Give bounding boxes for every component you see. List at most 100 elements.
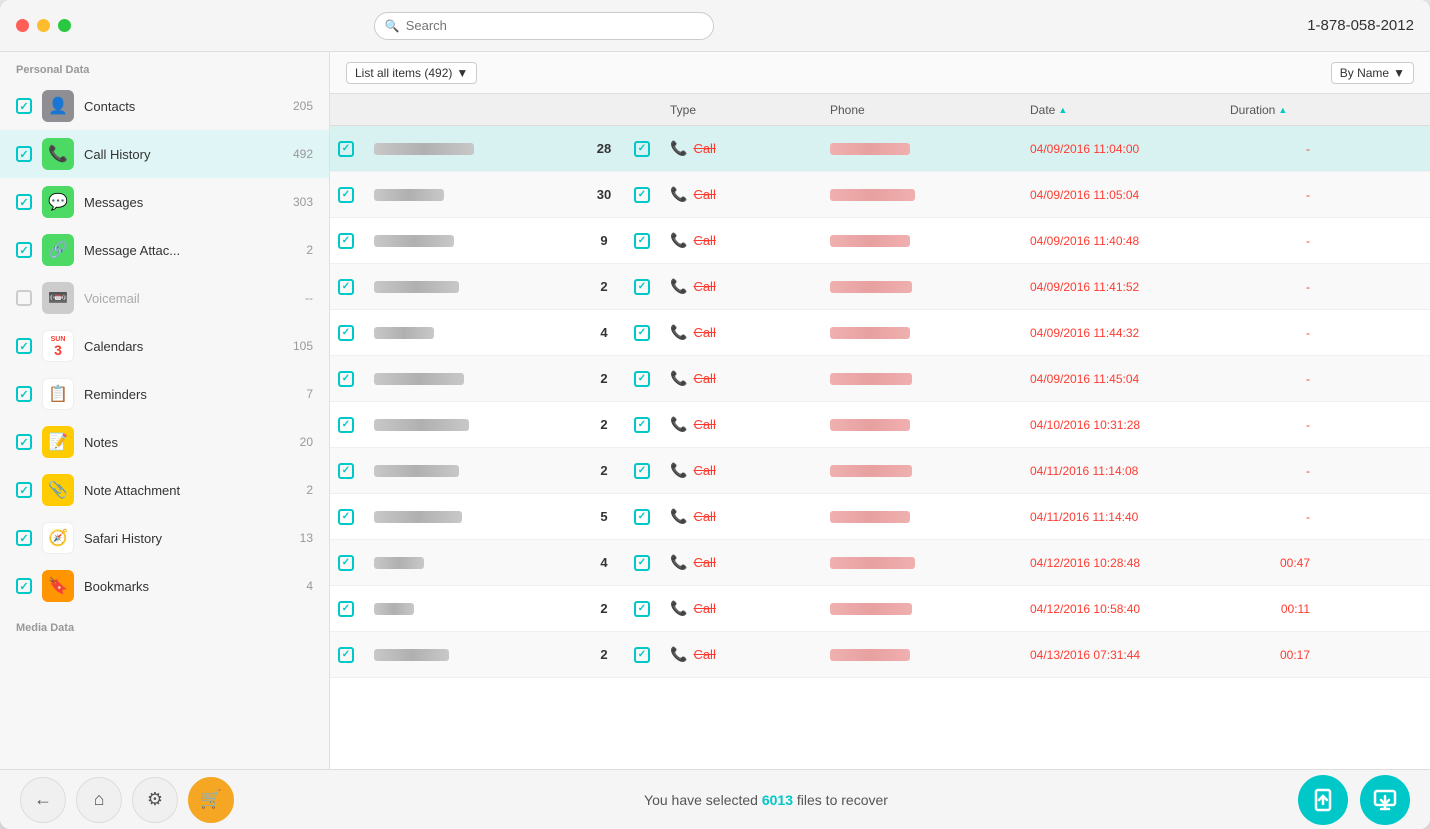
recover-to-pc-button[interactable] (1360, 775, 1410, 825)
maximize-button[interactable] (58, 19, 71, 32)
row-checkbox[interactable]: ✓ (338, 417, 354, 433)
table-row[interactable]: ✓ 2 ✓ 📞 Call 04/09/2016 11:45:04 - (330, 356, 1430, 402)
row-checkbox[interactable]: ✓ (338, 601, 354, 617)
notes-checkbox[interactable]: ✓ (16, 434, 32, 450)
row-type-checkbox[interactable]: ✓ (634, 233, 650, 249)
noteattach-count: 2 (306, 483, 313, 497)
back-button[interactable]: ← (20, 777, 66, 823)
messages-checkbox[interactable]: ✓ (16, 194, 32, 210)
row-type-checkbox[interactable]: ✓ (634, 279, 650, 295)
msgattach-checkbox[interactable]: ✓ (16, 242, 32, 258)
call-type-label: Call (693, 279, 715, 294)
row-type: 📞 Call (670, 554, 830, 571)
row-checkbox[interactable]: ✓ (338, 141, 354, 157)
row-date: 04/09/2016 11:41:52 (1030, 280, 1230, 294)
recover-to-device-button[interactable] (1298, 775, 1348, 825)
row-name (374, 557, 574, 569)
table-row[interactable]: ✓ 2 ✓ 📞 Call 04/13/2016 07:31:44 00:17 (330, 632, 1430, 678)
row-type: 📞 Call (670, 140, 830, 157)
sidebar-item-call-history[interactable]: ✓ 📞 Call History 492 (0, 130, 329, 178)
sidebar: Personal Data ✓ 👤 Contacts 205 ✓ 📞 Call … (0, 52, 330, 769)
contacts-count: 205 (293, 99, 313, 113)
table-row[interactable]: ✓ 4 ✓ 📞 Call 04/09/2016 11:44:32 - (330, 310, 1430, 356)
row-type-checkbox[interactable]: ✓ (634, 555, 650, 571)
row-phone (830, 281, 1030, 293)
table-row[interactable]: ✓ 2 ✓ 📞 Call 04/12/2016 10:58:40 00:11 (330, 586, 1430, 632)
table-row[interactable]: ✓ 2 ✓ 📞 Call 04/10/2016 10:31:28 - (330, 402, 1430, 448)
date-sort-icon: ▲ (1058, 105, 1067, 115)
sidebar-item-reminders[interactable]: ✓ 📋 Reminders 7 (0, 370, 329, 418)
voicemail-label: Voicemail (84, 291, 295, 306)
row-type-checkbox[interactable]: ✓ (634, 601, 650, 617)
sidebar-item-bookmarks[interactable]: ✓ 🔖 Bookmarks 4 (0, 562, 329, 610)
titlebar: 🔍 1-878-058-2012 (0, 0, 1430, 52)
home-button[interactable]: ⌂ (76, 777, 122, 823)
table-row[interactable]: ✓ 4 ✓ 📞 Call 04/12/2016 10:28:48 00:47 (330, 540, 1430, 586)
table-row[interactable]: ✓ 30 ✓ 📞 Call 04/09/2016 11:05:04 - (330, 172, 1430, 218)
safari-label: Safari History (84, 531, 290, 546)
row-checkbox[interactable]: ✓ (338, 279, 354, 295)
row-duration: - (1230, 418, 1310, 432)
by-name-arrow: ▼ (1393, 66, 1405, 80)
row-checkbox[interactable]: ✓ (338, 647, 354, 663)
row-checkbox[interactable]: ✓ (338, 509, 354, 525)
row-count: 2 (574, 417, 634, 432)
row-type-checkbox[interactable]: ✓ (634, 417, 650, 433)
list-filter-button[interactable]: List all items (492) ▼ (346, 62, 477, 84)
row-type-checkbox[interactable]: ✓ (634, 371, 650, 387)
row-checkbox[interactable]: ✓ (338, 187, 354, 203)
row-checkbox[interactable]: ✓ (338, 233, 354, 249)
calendars-checkbox[interactable]: ✓ (16, 338, 32, 354)
row-type-checkbox[interactable]: ✓ (634, 141, 650, 157)
safari-checkbox[interactable]: ✓ (16, 530, 32, 546)
file-count: 6013 (762, 792, 793, 808)
table-row[interactable]: ✓ 2 ✓ 📞 Call 04/11/2016 11:14:08 - (330, 448, 1430, 494)
sidebar-item-notes[interactable]: ✓ 📝 Notes 20 (0, 418, 329, 466)
settings-button[interactable]: ⚙ (132, 777, 178, 823)
row-duration: - (1230, 372, 1310, 386)
row-checkbox[interactable]: ✓ (338, 555, 354, 571)
row-checkbox[interactable]: ✓ (338, 463, 354, 479)
reminders-checkbox[interactable]: ✓ (16, 386, 32, 402)
table-row[interactable]: ✓ 5 ✓ 📞 Call 04/11/2016 11:14:40 - (330, 494, 1430, 540)
row-checkbox[interactable]: ✓ (338, 371, 354, 387)
sidebar-item-message-attach[interactable]: ✓ 🔗 Message Attac... 2 (0, 226, 329, 274)
bookmarks-checkbox[interactable]: ✓ (16, 578, 32, 594)
sidebar-item-note-attach[interactable]: ✓ 📎 Note Attachment 2 (0, 466, 329, 514)
sidebar-item-contacts[interactable]: ✓ 👤 Contacts 205 (0, 82, 329, 130)
close-button[interactable] (16, 19, 29, 32)
row-type-checkbox[interactable]: ✓ (634, 187, 650, 203)
noteattach-checkbox[interactable]: ✓ (16, 482, 32, 498)
table-row[interactable]: ✓ 9 ✓ 📞 Call 04/09/2016 11:40:48 - (330, 218, 1430, 264)
col-head-duration[interactable]: Duration ▲ (1230, 103, 1310, 117)
row-duration: - (1230, 234, 1310, 248)
row-count: 5 (574, 509, 634, 524)
row-type: 📞 Call (670, 324, 830, 341)
cart-button[interactable]: 🛒 (188, 777, 234, 823)
row-type-checkbox[interactable]: ✓ (634, 647, 650, 663)
sidebar-item-voicemail[interactable]: 📼 Voicemail -- (0, 274, 329, 322)
table-row[interactable]: ✓ 28 ✓ 📞 Call 04/09/2016 11:04:00 - (330, 126, 1430, 172)
contacts-checkbox[interactable]: ✓ (16, 98, 32, 114)
row-name (374, 189, 574, 201)
row-name (374, 327, 574, 339)
minimize-button[interactable] (37, 19, 50, 32)
table-row[interactable]: ✓ 2 ✓ 📞 Call 04/09/2016 11:41:52 - (330, 264, 1430, 310)
row-checkbox[interactable]: ✓ (338, 325, 354, 341)
voicemail-checkbox[interactable] (16, 290, 32, 306)
safari-icon: 🧭 (42, 522, 74, 554)
sidebar-item-safari[interactable]: ✓ 🧭 Safari History 13 (0, 514, 329, 562)
list-filter-arrow: ▼ (456, 66, 468, 80)
search-input[interactable] (406, 18, 703, 33)
call-type-label: Call (693, 509, 715, 524)
row-type-checkbox[interactable]: ✓ (634, 463, 650, 479)
by-name-button[interactable]: By Name ▼ (1331, 62, 1414, 84)
row-type-checkbox[interactable]: ✓ (634, 325, 650, 341)
call-history-checkbox[interactable]: ✓ (16, 146, 32, 162)
row-type-checkbox[interactable]: ✓ (634, 509, 650, 525)
sidebar-item-messages[interactable]: ✓ 💬 Messages 303 (0, 178, 329, 226)
sidebar-item-calendars[interactable]: ✓ SUN3 Calendars 105 (0, 322, 329, 370)
row-name (374, 281, 574, 293)
call-phone-icon: 📞 (670, 232, 687, 249)
col-head-date[interactable]: Date ▲ (1030, 103, 1230, 117)
